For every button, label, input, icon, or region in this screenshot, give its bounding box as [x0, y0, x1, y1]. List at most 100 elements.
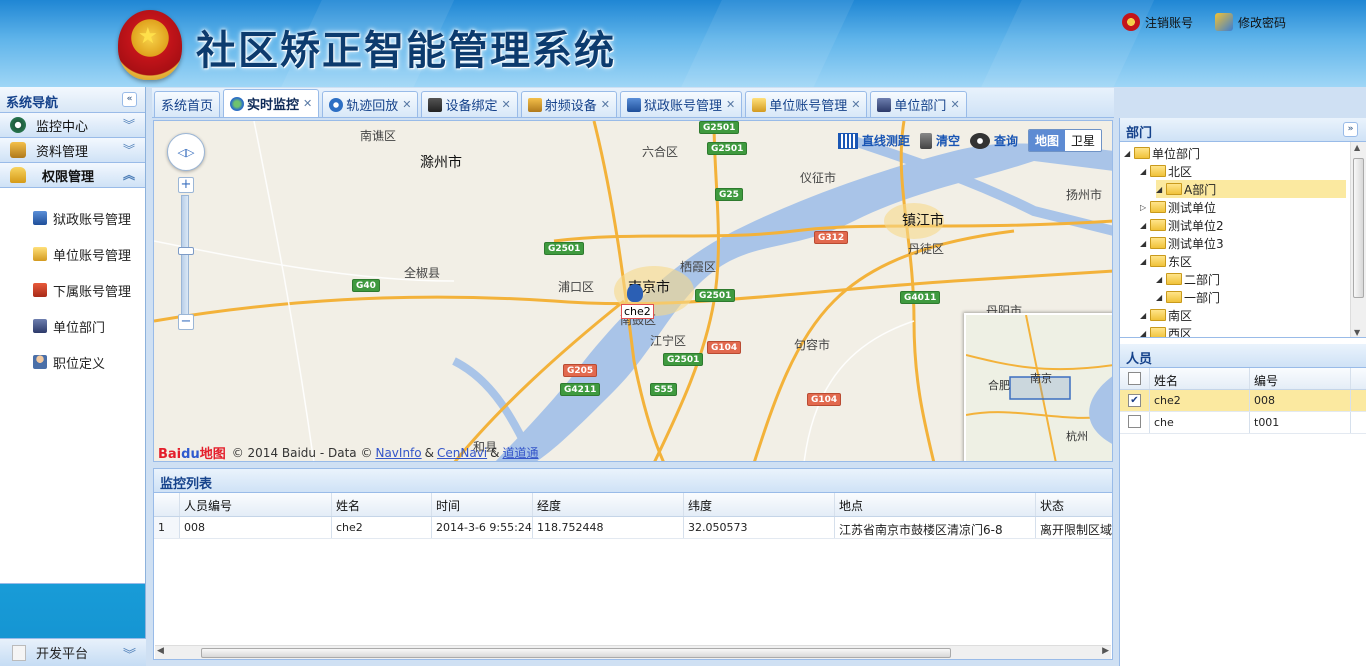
sidebar-item-unit-departments[interactable]: 单位部门 [0, 308, 145, 344]
tree-node[interactable]: ◢ 测试单位3 [1140, 234, 1224, 252]
road-shield: G2501 [699, 121, 740, 134]
close-icon[interactable]: ✕ [601, 98, 610, 111]
sidebar-item-label: 单位部门 [53, 320, 106, 336]
tab-home[interactable]: 系统首页 [154, 91, 221, 117]
tab-track-playback[interactable]: 轨迹回放 ✕ [322, 91, 419, 117]
tree-node[interactable]: ◢ 南区 [1140, 306, 1192, 324]
user-icon [33, 355, 47, 369]
daodao-link[interactable]: 道道通 [502, 444, 538, 461]
collapse-panel-button[interactable]: » [1343, 122, 1358, 137]
change-password-link[interactable]: 修改密码 [1215, 13, 1286, 31]
tab-unit-accounts[interactable]: 单位账号管理 ✕ [745, 91, 868, 117]
overview-minimap[interactable]: 合肥 南京 杭州 [964, 313, 1112, 461]
vertical-scrollbar[interactable]: ▲ ▼ [1350, 142, 1366, 337]
table-row[interactable]: 1 008 che2 2014-3-6 9:55:24 118.752448 3… [154, 517, 1112, 539]
sidebar-item-unit-accounts[interactable]: 单位账号管理 [0, 236, 145, 272]
map-toolbar: 直线测距 清空 查询 地图 卫星 [837, 129, 1102, 152]
zoom-slider[interactable] [181, 195, 189, 315]
sidebar: 系统导航 « 监控中心 ︾ 资料管理 ︾ 权限管理 ︽ 狱政账号管理 单位账号管… [0, 87, 146, 666]
tab-device-binding[interactable]: 设备绑定 ✕ [421, 91, 518, 117]
clear-tool[interactable]: 清空 [919, 132, 960, 149]
select-all-checkbox[interactable] [1128, 372, 1141, 385]
column-header[interactable]: 人员编号 [180, 493, 332, 516]
column-header[interactable]: 状态 [1036, 493, 1112, 516]
close-icon[interactable]: ✕ [950, 98, 959, 111]
close-icon[interactable]: ✕ [851, 98, 860, 111]
section-monitor-center[interactable]: 监控中心 ︾ [0, 113, 145, 138]
tree-node-selected[interactable]: ◢ A部门 [1156, 180, 1346, 198]
scroll-left-icon[interactable]: ◀ [157, 646, 164, 656]
column-header[interactable]: 时间 [432, 493, 533, 516]
person-marker[interactable]: che2 [621, 284, 654, 319]
column-header[interactable]: 姓名 [1150, 368, 1250, 389]
expand-toggle-icon[interactable]: ◢ [1156, 293, 1166, 302]
expand-toggle-icon[interactable]: ◢ [1140, 221, 1150, 230]
pan-control[interactable]: ◁▷ [167, 133, 205, 171]
section-dev-platform[interactable]: 开发平台 ︾ [0, 638, 146, 666]
zoom-out-button[interactable]: − [178, 314, 194, 330]
map-view[interactable]: 南谯区 滁州市 六合区 仪征市 扬州市 镇江市 丹徒区 全椒县 浦口区 南京市 … [153, 120, 1113, 462]
scrollbar-thumb[interactable] [201, 648, 951, 658]
sidebar-item-sub-accounts[interactable]: 下属账号管理 [0, 272, 145, 308]
scrollbar-thumb[interactable] [1353, 158, 1364, 298]
column-header[interactable]: 经度 [533, 493, 684, 516]
copyright-separator: & [424, 445, 434, 460]
map-type-satellite-button[interactable]: 卫星 [1064, 130, 1101, 151]
scroll-up-icon[interactable]: ▲ [1354, 143, 1360, 152]
tree-node[interactable]: ◢ 二部门 [1156, 270, 1220, 288]
expand-toggle-icon[interactable]: ◢ [1156, 275, 1166, 284]
tab-label: 单位部门 [894, 99, 947, 114]
expand-toggle-icon[interactable]: ◢ [1124, 149, 1134, 158]
expand-toggle-icon[interactable]: ◢ [1140, 311, 1150, 320]
expand-toggle-icon[interactable]: ◢ [1140, 329, 1150, 338]
sidebar-item-positions[interactable]: 职位定义 [0, 344, 145, 380]
table-row-selected[interactable]: ✔ che2 008 [1120, 390, 1366, 412]
scroll-down-icon[interactable]: ▼ [1354, 328, 1360, 337]
query-tool[interactable]: 查询 [969, 132, 1018, 149]
map-type-map-button[interactable]: 地图 [1028, 130, 1065, 151]
expand-toggle-icon[interactable]: ◢ [1140, 239, 1150, 248]
tree-node[interactable]: ◢ 北区 [1140, 162, 1192, 180]
zoom-in-button[interactable]: + [178, 177, 194, 193]
tree-node[interactable]: ◢ 测试单位2 [1140, 216, 1224, 234]
close-icon[interactable]: ✕ [502, 98, 511, 111]
folder-icon [1150, 201, 1166, 213]
tree-node[interactable]: ◢ 一部门 [1156, 288, 1220, 306]
close-icon[interactable]: ✕ [303, 97, 312, 110]
column-header[interactable]: 地点 [835, 493, 1036, 516]
scroll-right-icon[interactable]: ▶ [1102, 646, 1109, 656]
expand-toggle-icon[interactable]: ▷ [1140, 203, 1150, 212]
expand-toggle-icon[interactable]: ◢ [1140, 167, 1150, 176]
column-header[interactable]: 纬度 [684, 493, 835, 516]
expand-toggle-icon[interactable]: ◢ [1156, 185, 1166, 194]
section-label: 监控中心 [36, 119, 89, 135]
close-icon[interactable]: ✕ [726, 98, 735, 111]
column-header[interactable]: 姓名 [332, 493, 432, 516]
sidebar-item-prison-accounts[interactable]: 狱政账号管理 [0, 200, 145, 236]
logout-link[interactable]: 注销账号 [1122, 13, 1193, 31]
grid-header: 人员编号 姓名 时间 经度 纬度 地点 状态 [154, 493, 1112, 517]
navinfo-link[interactable]: NavInfo [375, 446, 421, 460]
close-icon[interactable]: ✕ [402, 98, 411, 111]
expand-toggle-icon[interactable]: ◢ [1140, 257, 1150, 266]
section-data-management[interactable]: 资料管理 ︾ [0, 138, 145, 163]
tree-node[interactable]: ◢ 西区 [1140, 324, 1192, 338]
tab-rf-devices[interactable]: 射频设备 ✕ [520, 91, 617, 117]
section-permission-management[interactable]: 权限管理 ︽ [0, 163, 145, 188]
collapse-sidebar-button[interactable]: « [122, 92, 137, 107]
table-row[interactable]: che t001 [1120, 412, 1366, 434]
tree-node[interactable]: ◢ 单位部门 [1124, 144, 1200, 162]
tree-node[interactable]: ▷ 测试单位 [1140, 198, 1216, 216]
column-header[interactable]: 编号 [1250, 368, 1351, 389]
tab-realtime-monitor[interactable]: 实时监控 ✕ [223, 89, 320, 117]
tab-unit-departments[interactable]: 单位部门 ✕ [870, 91, 967, 117]
tree-node[interactable]: ◢ 东区 [1140, 252, 1192, 270]
measure-distance-tool[interactable]: 直线测距 [837, 132, 910, 149]
horizontal-scrollbar[interactable]: ◀ ▶ [155, 645, 1111, 659]
zoom-slider-handle[interactable] [178, 247, 194, 255]
row-checkbox-checked[interactable]: ✔ [1128, 394, 1141, 407]
cennavi-link[interactable]: CenNavi [437, 446, 487, 460]
sidebar-item-label: 职位定义 [53, 356, 106, 372]
row-checkbox[interactable] [1128, 415, 1141, 428]
tab-prison-accounts[interactable]: 狱政账号管理 ✕ [619, 91, 743, 117]
